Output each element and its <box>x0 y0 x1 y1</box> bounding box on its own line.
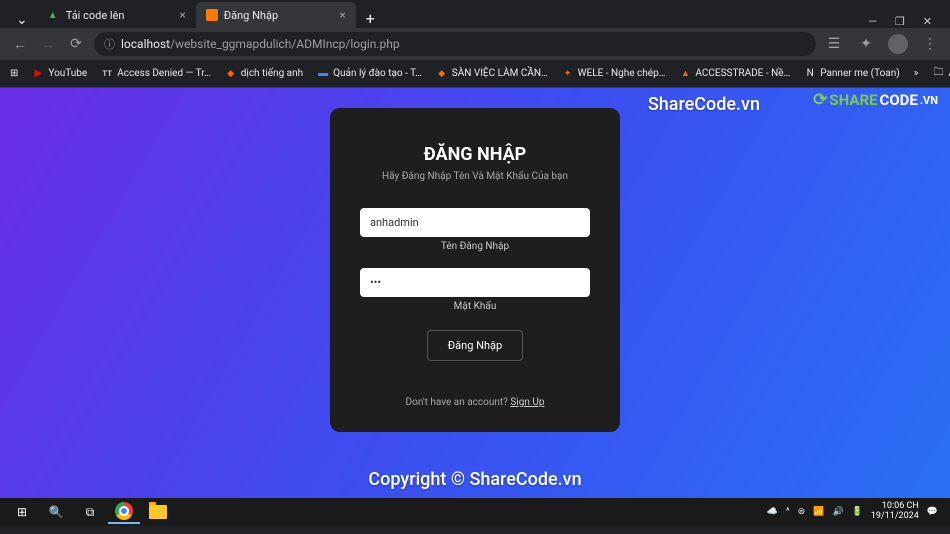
tab-search-icon[interactable]: ⌄ <box>8 12 36 28</box>
maximize-icon[interactable]: ❐ <box>895 15 905 28</box>
tray-chevron-icon[interactable]: ^ <box>786 507 790 517</box>
reload-icon[interactable]: ⟳ <box>66 34 86 54</box>
close-window-icon[interactable]: ✕ <box>923 15 932 28</box>
login-title: ĐĂNG NHẬP <box>360 144 590 165</box>
bookmark-wele[interactable]: ✦WELE - Nghe chép… <box>562 68 666 80</box>
extensions-puzzle-icon[interactable]: ✦ <box>856 34 876 54</box>
sharecode-logo: ⟳ SHARECODE.VN <box>813 90 938 110</box>
bookmark-access-denied[interactable]: ттAccess Denied — Tr… <box>101 68 211 80</box>
window-controls: — ❐ ✕ <box>868 15 942 28</box>
menu-icon[interactable]: ⋮ <box>920 34 940 54</box>
url-bar: ← → ⟳ ⓘ localhost/website_ggmapdulich/AD… <box>0 28 950 60</box>
bookmark-youtube[interactable]: ▶YouTube <box>32 68 87 80</box>
extension-icon[interactable]: ☰ <box>824 34 844 54</box>
login-button[interactable]: Đăng Nhập <box>427 330 523 361</box>
username-label: Tên Đăng Nhập <box>360 241 590 252</box>
notification-icon[interactable]: 💬 <box>927 507 938 517</box>
site-info-icon[interactable]: ⓘ <box>104 36 115 52</box>
bookmark-dich[interactable]: ◆dịch tiếng anh <box>225 68 303 80</box>
close-icon[interactable]: × <box>179 8 185 22</box>
forward-icon[interactable]: → <box>38 34 58 54</box>
browser-tab-1[interactable]: ▲ Tải code lên × <box>36 2 196 28</box>
watermark-top: ShareCode.vn <box>648 94 760 115</box>
search-icon[interactable]: 🔍 <box>40 500 72 524</box>
watermark-bottom: Copyright © ShareCode.vn <box>368 469 581 490</box>
weather-icon[interactable]: ☁️ <box>767 507 778 517</box>
profile-avatar[interactable] <box>888 34 908 54</box>
bookmark-bar: ⊞ ▶YouTube ттAccess Denied — Tr… ◆dịch t… <box>0 60 950 88</box>
file-explorer-icon[interactable] <box>142 500 174 524</box>
tab-strip: ⌄ ▲ Tải code lên × Đăng Nhập × + — ❐ ✕ <box>0 0 950 28</box>
all-bookmarks[interactable]: 🗀All Bookmarks <box>932 68 950 80</box>
minimize-icon[interactable]: — <box>868 15 877 28</box>
bookmark-sanviec[interactable]: ◆SÀN VIỆC LÀM CẦN… <box>436 68 548 80</box>
login-card: ĐĂNG NHẬP Hãy Đăng Nhập Tên Và Mật Khẩu … <box>330 108 620 432</box>
bookmark-quanly[interactable]: ▬Quản lý đào tạo - T… <box>317 68 422 80</box>
bookmark-accesstrade[interactable]: ▲ACCESSTRADE - Nề… <box>679 68 790 80</box>
signup-line: Don't have an account? Sign Up <box>360 397 590 408</box>
url-text: localhost/website_ggmapdulich/ADMIncp/lo… <box>121 37 400 51</box>
browser-tab-2[interactable]: Đăng Nhập × <box>196 2 356 28</box>
address-bar[interactable]: ⓘ localhost/website_ggmapdulich/ADMIncp/… <box>94 32 816 56</box>
tab-title: Đăng Nhập <box>224 9 278 22</box>
username-input[interactable] <box>360 208 590 237</box>
tab-favicon-icon: ▲ <box>46 8 60 22</box>
new-tab-button[interactable]: + <box>356 9 385 28</box>
bookmark-panner[interactable]: NPanner me (Toan) <box>804 68 900 80</box>
password-input[interactable] <box>360 268 590 297</box>
network-icon[interactable]: ⊜ <box>798 507 806 517</box>
bookmark-overflow-icon[interactable]: » <box>914 68 919 79</box>
system-clock[interactable]: 10:06 CH 19/11/2024 <box>871 502 919 522</box>
wifi-icon[interactable]: 📶 <box>813 507 824 517</box>
volume-icon[interactable]: 🔊 <box>832 507 843 517</box>
chrome-taskbar-icon[interactable] <box>108 500 140 524</box>
task-view-icon[interactable]: ⧉ <box>74 500 106 524</box>
start-button[interactable]: ⊞ <box>6 500 38 524</box>
tab-title: Tải code lên <box>66 9 125 22</box>
taskbar: ⊞ 🔍 ⧉ ☁️ ^ ⊜ 📶 🔊 🔋 10:06 CH 19/11/2024 💬 <box>0 498 950 526</box>
signup-link[interactable]: Sign Up <box>510 397 544 408</box>
back-icon[interactable]: ← <box>10 34 30 54</box>
page-content: ⟳ SHARECODE.VN ShareCode.vn ĐĂNG NHẬP Hã… <box>0 88 950 498</box>
tab-favicon-icon <box>206 9 218 21</box>
battery-icon[interactable]: 🔋 <box>852 507 863 517</box>
close-icon[interactable]: × <box>339 8 345 22</box>
apps-icon[interactable]: ⊞ <box>10 68 18 79</box>
password-label: Mật Khẩu <box>360 301 590 312</box>
login-subtitle: Hãy Đăng Nhập Tên Và Mật Khẩu Của bạn <box>360 171 590 182</box>
